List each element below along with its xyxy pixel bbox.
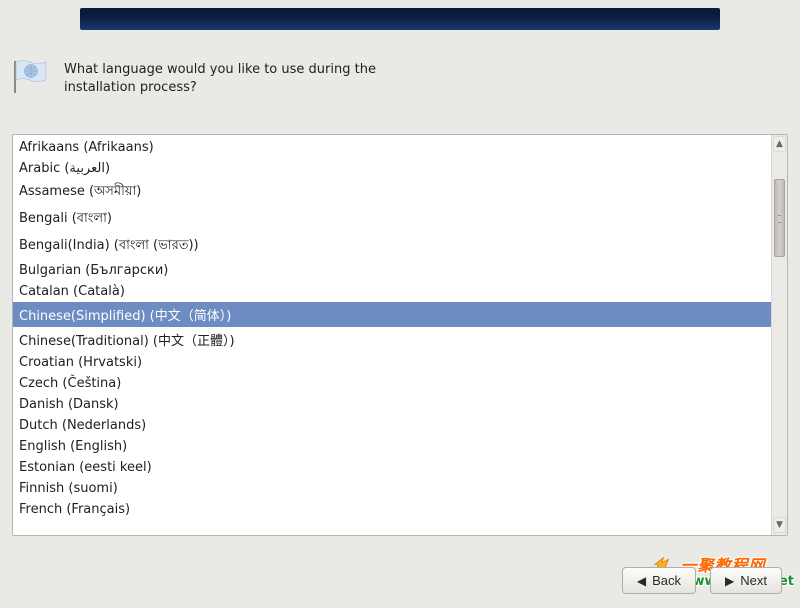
scroll-down-arrow-icon[interactable]: ▼ bbox=[773, 517, 786, 533]
language-option[interactable]: Czech (Čeština) bbox=[13, 373, 771, 394]
next-button-label: Next bbox=[740, 573, 767, 588]
language-option[interactable]: Dutch (Nederlands) bbox=[13, 415, 771, 436]
back-arrow-icon: ◀ bbox=[637, 574, 646, 588]
back-button-label: Back bbox=[652, 573, 681, 588]
globe-flag-icon bbox=[12, 58, 52, 98]
scroll-thumb[interactable] bbox=[774, 179, 785, 257]
button-bar: ◀ Back ▶ Next bbox=[622, 567, 782, 594]
language-list[interactable]: Afrikaans (Afrikaans)Arabic (العربية)Ass… bbox=[13, 135, 771, 535]
next-button[interactable]: ▶ Next bbox=[710, 567, 782, 594]
scrollbar[interactable]: ▲ ▼ bbox=[771, 135, 787, 535]
language-option[interactable]: Arabic (العربية) bbox=[13, 158, 771, 179]
language-option[interactable]: Estonian (eesti keel) bbox=[13, 457, 771, 478]
header-banner bbox=[80, 8, 720, 30]
language-option[interactable]: Bulgarian (Български) bbox=[13, 260, 771, 281]
language-option[interactable]: Chinese(Traditional) (中文（正體）) bbox=[13, 327, 771, 352]
language-option[interactable]: Bengali(India) (বাংলা (ভারত)) bbox=[13, 233, 771, 260]
question-text: What language would you like to use duri… bbox=[64, 58, 394, 97]
scroll-up-arrow-icon[interactable]: ▲ bbox=[773, 136, 786, 152]
language-option[interactable]: English (English) bbox=[13, 436, 771, 457]
language-option[interactable]: Finnish (suomi) bbox=[13, 478, 771, 499]
language-option[interactable]: Afrikaans (Afrikaans) bbox=[13, 137, 771, 158]
language-option[interactable]: Assamese (অসমীয়া) bbox=[13, 179, 771, 206]
language-option[interactable]: Bengali (বাংলা) bbox=[13, 206, 771, 233]
language-option[interactable]: French (Français) bbox=[13, 499, 771, 520]
language-list-container: Afrikaans (Afrikaans)Arabic (العربية)Ass… bbox=[12, 134, 788, 536]
language-option[interactable]: Catalan (Català) bbox=[13, 281, 771, 302]
question-row: What language would you like to use duri… bbox=[12, 58, 788, 98]
language-option[interactable]: Danish (Dansk) bbox=[13, 394, 771, 415]
next-arrow-icon: ▶ bbox=[725, 574, 734, 588]
language-option[interactable]: Croatian (Hrvatski) bbox=[13, 352, 771, 373]
back-button[interactable]: ◀ Back bbox=[622, 567, 696, 594]
language-option[interactable]: Chinese(Simplified) (中文（简体）) bbox=[13, 302, 771, 327]
